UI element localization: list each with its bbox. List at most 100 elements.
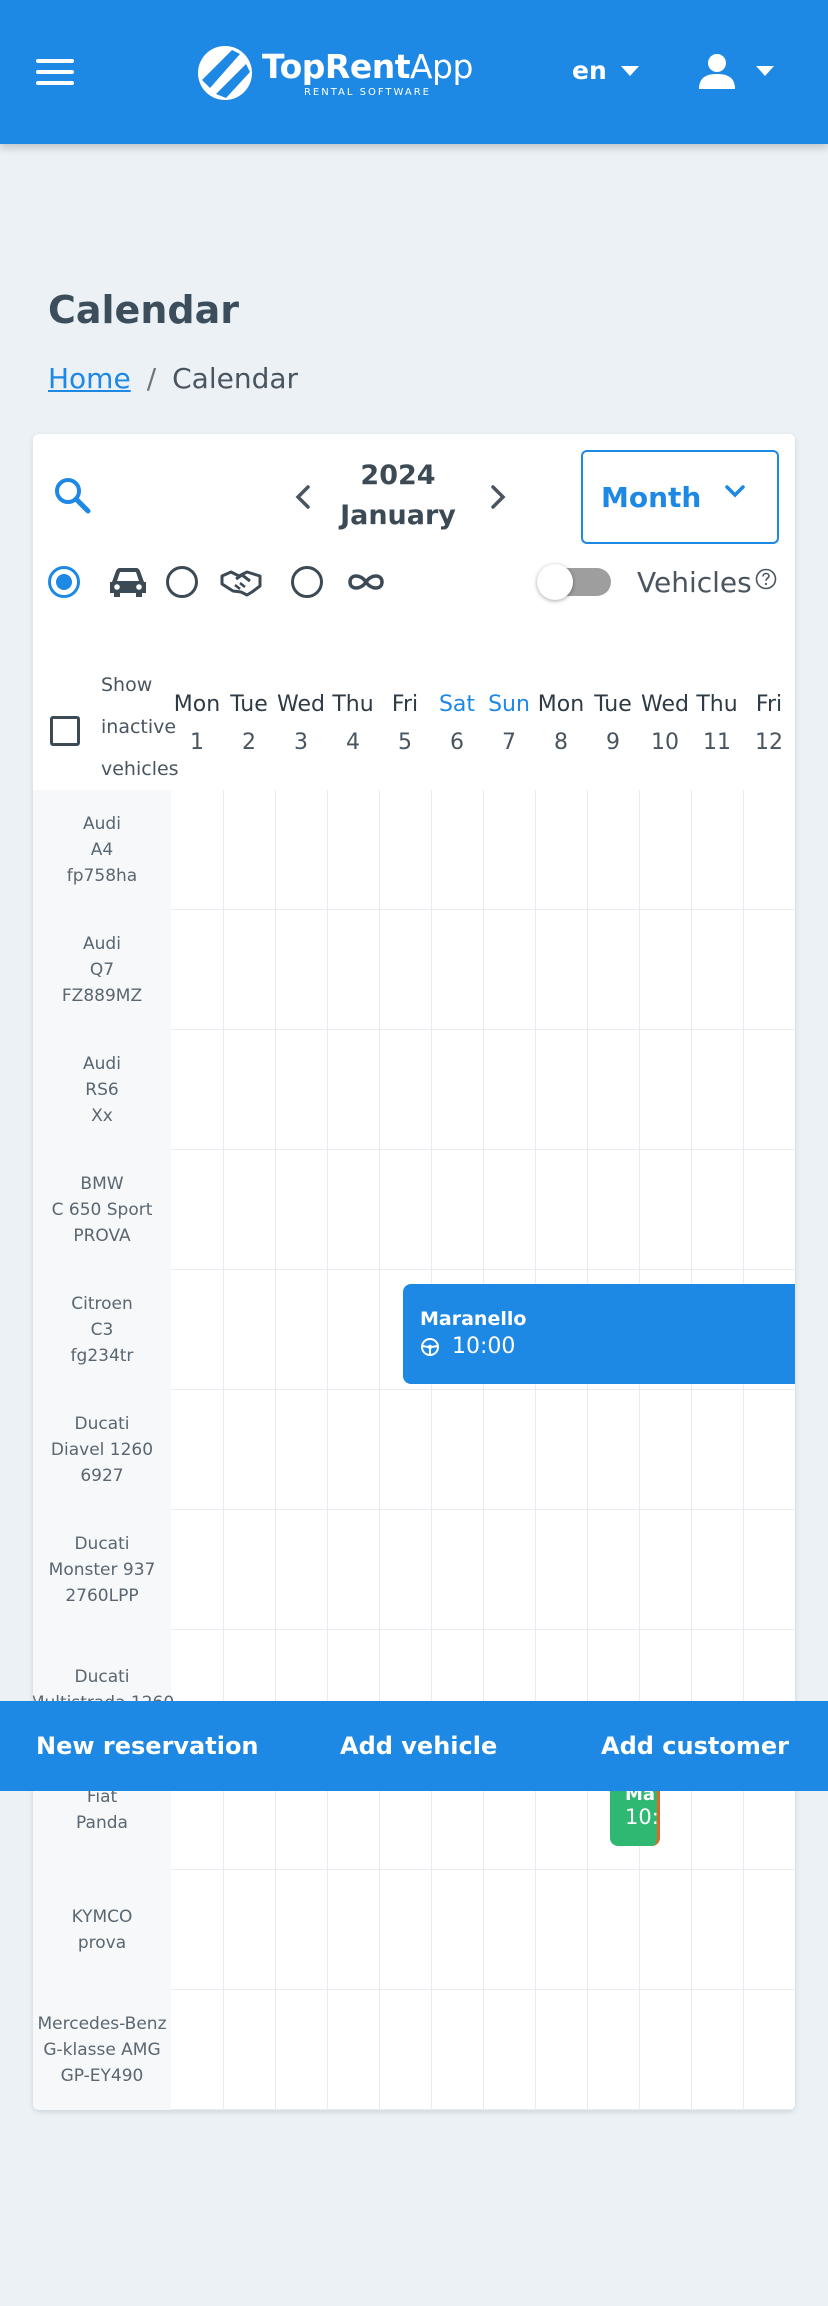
vehicle-row[interactable]: Audi RS6 Xx: [33, 1030, 795, 1150]
chevron-down-icon: [756, 66, 774, 76]
vehicle-make: Citroen: [71, 1294, 133, 1314]
day-header: Thu 4: [327, 692, 379, 755]
language-selector[interactable]: en: [572, 56, 639, 85]
vehicle-plate: PROVA: [73, 1226, 131, 1246]
show-inactive-checkbox[interactable]: [50, 716, 80, 746]
logo-tagline: RENTAL SOFTWARE: [303, 86, 431, 98]
reservation-title: Maranello: [420, 1308, 527, 1330]
logo-name-bold: TopRent: [262, 46, 410, 86]
filter-customers-radio[interactable]: [166, 566, 198, 598]
vehicle-model: prova: [77, 1933, 127, 1953]
action-bar: New reservation Add vehicle Add customer: [0, 1701, 828, 1791]
reservation-event[interactable]: Maranello 10:00: [403, 1284, 795, 1384]
vehicle-model: Panda: [76, 1813, 128, 1833]
day-name: Mon: [537, 692, 585, 717]
infinity-icon: [348, 574, 384, 590]
vehicle-label[interactable]: KYMCO prova: [33, 1870, 171, 1990]
day-name: Tue: [594, 692, 632, 717]
day-number: 5: [398, 730, 412, 755]
day-header: Tue 9: [587, 692, 639, 755]
car-icon: [110, 568, 146, 597]
calendar-year: 2024: [360, 460, 436, 491]
user-avatar-icon: [699, 54, 735, 89]
day-header: Wed 10: [639, 692, 691, 755]
day-number: 4: [346, 730, 360, 755]
vehicle-make: Audi: [83, 814, 121, 834]
breadcrumb-current: Calendar: [172, 362, 299, 395]
day-number: 2: [242, 730, 256, 755]
breadcrumb-home-link[interactable]: Home: [48, 362, 131, 395]
page-title: Calendar: [48, 288, 239, 332]
vehicle-label[interactable]: BMW C 650 Sport PROVA: [33, 1150, 171, 1270]
day-header: Sat 6: [431, 692, 483, 755]
day-name: Wed: [277, 692, 325, 717]
day-number: 8: [554, 730, 568, 755]
view-mode-value: Month: [601, 480, 702, 514]
hamburger-menu-icon[interactable]: [36, 57, 76, 87]
logo-mark-icon: [198, 46, 252, 100]
vehicles-toggle-label: Vehicles: [637, 566, 752, 599]
chevron-down-icon: [620, 65, 639, 76]
day-header: Fri 12: [743, 692, 795, 755]
vehicle-row[interactable]: Audi A4 fp758ha: [33, 790, 795, 910]
vehicle-label[interactable]: Audi A4 fp758ha: [33, 790, 171, 910]
language-label: en: [572, 56, 607, 85]
vehicle-plate: FZ889MZ: [61, 986, 143, 1006]
view-mode-select[interactable]: Month: [581, 450, 779, 544]
add-vehicle-button[interactable]: Add vehicle: [340, 1701, 497, 1791]
day-header: Tue 2: [223, 692, 275, 755]
vehicle-label[interactable]: Audi RS6 Xx: [33, 1030, 171, 1150]
help-icon[interactable]: [755, 568, 777, 590]
filter-all-radio[interactable]: [291, 566, 323, 598]
reservation-time: 10:00: [452, 1334, 516, 1359]
day-number: 9: [606, 730, 620, 755]
vehicle-row[interactable]: KYMCO prova: [33, 1870, 795, 1990]
vehicle-row[interactable]: Ducati Monster 937 2760LPP: [33, 1510, 795, 1630]
chevron-right-icon[interactable]: [484, 484, 510, 510]
user-menu[interactable]: [698, 52, 774, 90]
vehicle-label[interactable]: Citroen C3 fg234tr: [33, 1270, 171, 1390]
search-icon[interactable]: [51, 474, 95, 518]
calendar-month: January: [340, 500, 456, 531]
vehicle-label[interactable]: Ducati Monster 937 2760LPP: [33, 1510, 171, 1630]
calendar-card: 2024 January Month Vehicles Show inactiv…: [33, 434, 795, 2110]
day-name: Thu: [332, 692, 374, 717]
vehicle-model: Q7: [89, 960, 115, 980]
vehicle-row[interactable]: Ducati Diavel 1260 6927: [33, 1390, 795, 1510]
day-name: Wed: [641, 692, 689, 717]
filter-vehicles-radio[interactable]: [48, 566, 80, 598]
steering-wheel-icon: [421, 1337, 439, 1356]
vehicles-toggle[interactable]: [537, 564, 611, 600]
vehicle-label[interactable]: Audi Q7 FZ889MZ: [33, 910, 171, 1030]
vehicle-label[interactable]: Mercedes-Benz G-klasse AMG GP-EY490: [33, 1990, 171, 2110]
vehicle-label[interactable]: Ducati Diavel 1260 6927: [33, 1390, 171, 1510]
new-reservation-button[interactable]: New reservation: [36, 1701, 259, 1791]
day-header: Mon 1: [171, 692, 223, 755]
vehicle-make: Ducati: [74, 1667, 130, 1687]
vehicle-make: BMW: [80, 1174, 124, 1194]
day-name: Thu: [696, 692, 738, 717]
day-number: 6: [450, 730, 464, 755]
vehicle-row[interactable]: Mercedes-Benz G-klasse AMG GP-EY490: [33, 1990, 795, 2110]
vehicle-plate: fg234tr: [70, 1346, 134, 1366]
breadcrumb-separator: /: [146, 362, 157, 395]
vehicle-plate: Xx: [91, 1106, 113, 1126]
day-number: 12: [755, 730, 783, 755]
logo-name-light: App: [409, 46, 473, 86]
vehicle-row[interactable]: BMW C 650 Sport PROVA: [33, 1150, 795, 1270]
chevron-down-icon: [725, 485, 745, 498]
day-header: Fri 5: [379, 692, 431, 755]
add-customer-button[interactable]: Add customer: [601, 1701, 789, 1791]
vehicle-make: Audi: [83, 1054, 121, 1074]
vehicle-row[interactable]: Audi Q7 FZ889MZ: [33, 910, 795, 1030]
app-logo[interactable]: TopRentApp RENTAL SOFTWARE: [196, 42, 473, 104]
vehicle-make: KYMCO: [71, 1907, 133, 1927]
day-name: Mon: [173, 692, 221, 717]
vehicle-model: C3: [90, 1320, 114, 1340]
vehicle-make: Audi: [83, 934, 121, 954]
day-number: 11: [703, 730, 731, 755]
day-name: Fri: [755, 692, 783, 717]
day-name: Tue: [230, 692, 268, 717]
vehicle-model: G-klasse AMG: [43, 2040, 161, 2060]
vehicle-plate: GP-EY490: [60, 2066, 144, 2086]
